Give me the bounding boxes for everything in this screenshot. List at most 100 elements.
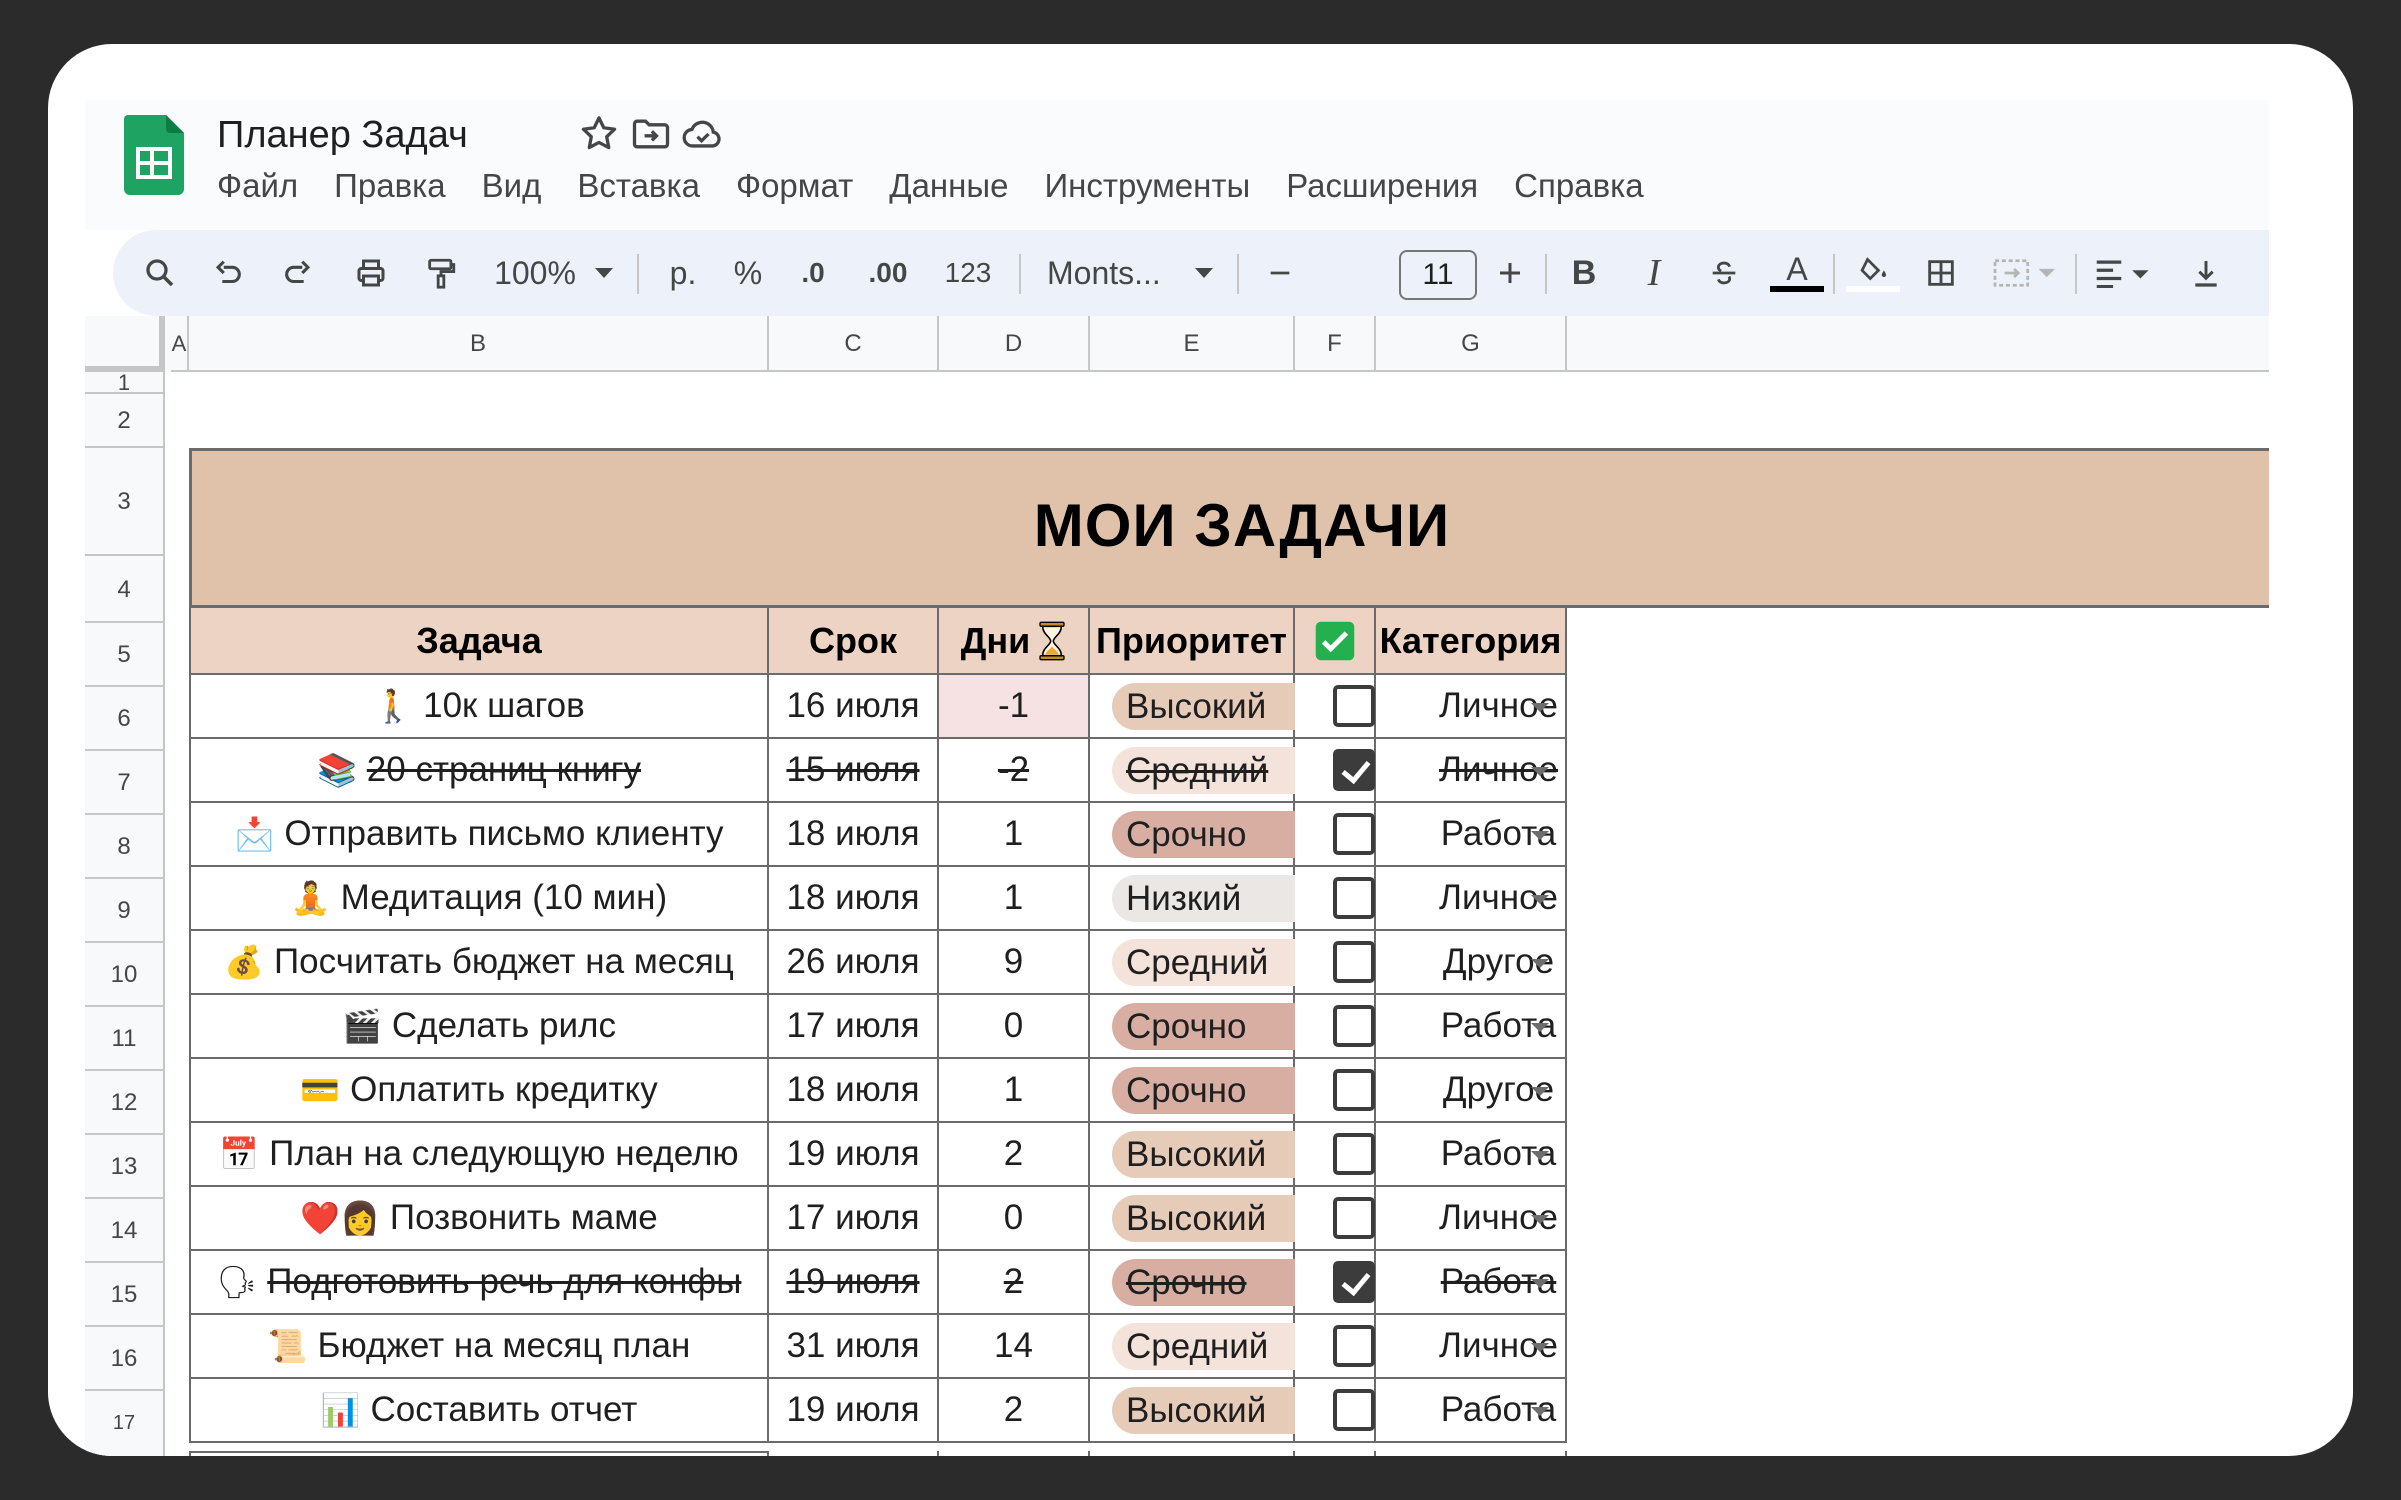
days-cell[interactable]: 0 xyxy=(939,995,1090,1059)
empty-due-cell[interactable] xyxy=(769,1451,939,1456)
cloud-saved-icon[interactable] xyxy=(681,112,725,156)
days-cell[interactable]: 2 xyxy=(939,1379,1090,1443)
checkbox[interactable] xyxy=(1333,813,1375,855)
decrease-decimal-button[interactable]: .0 xyxy=(783,230,843,316)
row-header[interactable]: 8 xyxy=(85,815,163,879)
priority-cell[interactable]: Высокий xyxy=(1090,1123,1382,1187)
priority-cell[interactable]: Срочно xyxy=(1090,803,1382,867)
days-cell[interactable]: 2 xyxy=(939,1251,1090,1315)
row-header[interactable]: 12 xyxy=(85,1071,163,1135)
priority-cell[interactable]: Высокий xyxy=(1090,675,1382,739)
checkbox[interactable] xyxy=(1333,941,1375,983)
column-header-a[interactable]: A xyxy=(171,316,189,372)
menu-view[interactable]: Вид xyxy=(482,160,542,212)
empty-days-cell[interactable] xyxy=(939,1451,1090,1456)
document-title[interactable]: Планер Задач xyxy=(217,106,468,164)
category-cell[interactable]: Личное xyxy=(1376,867,1567,931)
row-header[interactable]: 13 xyxy=(85,1135,163,1199)
task-cell[interactable]: 🎬 Сделать рилс xyxy=(189,995,769,1059)
due-cell[interactable]: 15 июля xyxy=(769,739,939,803)
days-cell[interactable]: 1 xyxy=(939,1059,1090,1123)
days-cell[interactable]: -2 xyxy=(939,739,1090,803)
due-cell[interactable]: 18 июля xyxy=(769,867,939,931)
category-cell[interactable]: Другое xyxy=(1376,1059,1567,1123)
priority-cell[interactable]: Средний xyxy=(1090,739,1382,803)
checkbox[interactable] xyxy=(1333,1005,1375,1047)
due-cell[interactable]: 31 июля xyxy=(769,1315,939,1379)
vertical-align-icon[interactable] xyxy=(2181,230,2231,316)
checkbox[interactable] xyxy=(1333,1069,1375,1111)
row-header[interactable]: 9 xyxy=(85,879,163,943)
column-header-f[interactable]: F xyxy=(1295,316,1376,372)
header-days[interactable]: Дни xyxy=(939,608,1090,675)
category-cell[interactable]: Работа xyxy=(1376,1379,1567,1443)
priority-cell[interactable]: Средний xyxy=(1090,931,1382,995)
category-cell[interactable]: Работа xyxy=(1376,803,1567,867)
task-cell[interactable]: ❤️👩 Позвонить маме xyxy=(189,1187,769,1251)
column-header-e[interactable]: E xyxy=(1090,316,1295,372)
empty-category-cell[interactable] xyxy=(1376,1451,1567,1456)
row-header[interactable]: 6 xyxy=(85,687,163,751)
task-cell[interactable]: 🧘 Медитация (10 мин) xyxy=(189,867,769,931)
due-cell[interactable]: 17 июля xyxy=(769,995,939,1059)
column-header-c[interactable]: C xyxy=(769,316,939,372)
row-header[interactable]: 5 xyxy=(85,623,163,687)
priority-cell[interactable]: Срочно xyxy=(1090,1251,1382,1315)
merge-cells-icon[interactable] xyxy=(1985,230,2065,316)
row-header[interactable]: 17 xyxy=(85,1391,163,1455)
undo-icon[interactable] xyxy=(203,230,253,316)
font-family-select[interactable]: Monts... xyxy=(1033,230,1183,316)
empty-priority-cell[interactable] xyxy=(1090,1451,1295,1456)
row-header[interactable]: 10 xyxy=(85,943,163,1007)
due-cell[interactable]: 17 июля xyxy=(769,1187,939,1251)
italic-button[interactable]: I xyxy=(1629,230,1679,316)
days-cell[interactable]: 1 xyxy=(939,867,1090,931)
due-cell[interactable]: 16 июля xyxy=(769,675,939,739)
column-header-b[interactable]: B xyxy=(189,316,769,372)
checkbox[interactable] xyxy=(1333,1133,1375,1175)
header-task[interactable]: Задача xyxy=(189,608,769,675)
days-cell[interactable]: 9 xyxy=(939,931,1090,995)
priority-cell[interactable]: Срочно xyxy=(1090,995,1382,1059)
percent-format-button[interactable]: % xyxy=(723,230,773,316)
header-done[interactable] xyxy=(1295,608,1376,675)
task-cell[interactable]: 🗣 Подготовить речь для конфы xyxy=(189,1251,769,1315)
header-category[interactable]: Категория xyxy=(1376,608,1567,675)
checkbox[interactable] xyxy=(1333,877,1375,919)
priority-cell[interactable]: Срочно xyxy=(1090,1059,1382,1123)
task-cell[interactable]: 📅 План на следующую неделю xyxy=(189,1123,769,1187)
menu-format[interactable]: Формат xyxy=(736,160,853,212)
search-menus-icon[interactable] xyxy=(135,230,185,316)
zoom-dropdown-icon[interactable] xyxy=(589,230,619,316)
category-cell[interactable]: Личное xyxy=(1376,1187,1567,1251)
select-all-corner[interactable] xyxy=(85,316,165,372)
menu-data[interactable]: Данные xyxy=(889,160,1008,212)
task-cell[interactable]: 📊 Составить отчет xyxy=(189,1379,769,1443)
due-cell[interactable]: 19 июля xyxy=(769,1379,939,1443)
task-cell[interactable]: 📩 Отправить письмо клиенту xyxy=(189,803,769,867)
empty-task-cell[interactable] xyxy=(189,1451,769,1456)
checkbox[interactable] xyxy=(1333,1197,1375,1239)
horizontal-align-icon[interactable] xyxy=(2089,230,2159,316)
increase-decimal-button[interactable]: .00 xyxy=(853,230,923,316)
category-cell[interactable]: Личное xyxy=(1376,1315,1567,1379)
checkbox[interactable] xyxy=(1333,1325,1375,1367)
priority-cell[interactable]: Средний xyxy=(1090,1315,1382,1379)
redo-icon[interactable] xyxy=(273,230,323,316)
menu-help[interactable]: Справка xyxy=(1514,160,1643,212)
category-cell[interactable]: Работа xyxy=(1376,1251,1567,1315)
text-color-button[interactable]: A xyxy=(1769,230,1825,316)
task-cell[interactable]: 🚶 10к шагов xyxy=(189,675,769,739)
currency-format-button[interactable]: р. xyxy=(653,230,713,316)
menu-edit[interactable]: Правка xyxy=(334,160,445,212)
due-cell[interactable]: 19 июля xyxy=(769,1123,939,1187)
zoom-select[interactable]: 100% xyxy=(485,230,585,316)
row-header[interactable]: 7 xyxy=(85,751,163,815)
row-header[interactable]: 15 xyxy=(85,1263,163,1327)
print-icon[interactable] xyxy=(346,230,396,316)
due-cell[interactable]: 19 июля xyxy=(769,1251,939,1315)
column-header-g[interactable]: G xyxy=(1376,316,1567,372)
priority-cell[interactable]: Высокий xyxy=(1090,1379,1382,1443)
task-cell[interactable]: 📜 Бюджет на месяц план xyxy=(189,1315,769,1379)
increase-font-size-icon[interactable] xyxy=(1485,230,1535,316)
